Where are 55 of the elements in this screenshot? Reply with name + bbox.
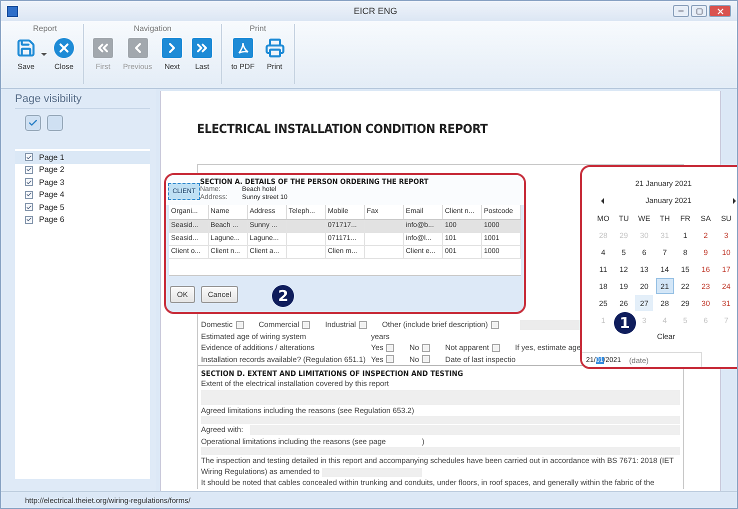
table-cell xyxy=(286,232,326,245)
previous-icon xyxy=(128,38,148,58)
checkbox[interactable] xyxy=(25,166,33,174)
page-item[interactable]: Page 1 xyxy=(39,152,64,162)
page-item[interactable]: Page 6 xyxy=(39,215,64,224)
checkbox[interactable] xyxy=(359,320,367,329)
caret-icon[interactable] xyxy=(41,53,47,56)
printer-icon xyxy=(264,38,285,58)
close-icon xyxy=(54,38,74,58)
number-badge: 1 xyxy=(614,312,636,334)
table-cell xyxy=(364,245,404,258)
page-item[interactable]: Page 4 xyxy=(39,190,64,200)
checkbox[interactable] xyxy=(386,344,394,352)
page-item[interactable]: Page 5 xyxy=(39,202,64,212)
checkbox[interactable] xyxy=(25,178,33,186)
maximize-icon xyxy=(696,8,702,14)
pdf-icon xyxy=(232,38,253,58)
checkbox[interactable] xyxy=(236,320,244,329)
skip-last-icon xyxy=(192,38,212,58)
previous-month-icon[interactable] xyxy=(601,198,604,204)
uncheck-all-button[interactable] xyxy=(47,115,63,131)
window-title: EICR ENG xyxy=(352,6,398,16)
close-button[interactable] xyxy=(709,5,731,17)
ribbon-group-label: Navigation xyxy=(134,24,172,33)
checkbox[interactable] xyxy=(25,153,33,162)
checkbox[interactable] xyxy=(422,344,430,352)
table-cell xyxy=(364,232,404,245)
check-icon xyxy=(28,118,38,128)
ribbon-group-label: Print xyxy=(250,24,266,33)
table-cell xyxy=(364,219,404,232)
ribbon-group-label: Report xyxy=(32,24,57,33)
next-icon xyxy=(162,38,182,58)
checkbox[interactable] xyxy=(25,216,33,224)
table-cell xyxy=(286,245,326,258)
checkbox[interactable] xyxy=(490,320,499,329)
save-icon xyxy=(16,38,36,58)
check-all-button[interactable] xyxy=(25,115,41,131)
minimize-button[interactable] xyxy=(673,5,689,17)
app-icon xyxy=(7,6,18,16)
table-cell xyxy=(286,219,326,232)
sidebar-title: Page visibility xyxy=(15,93,150,109)
page-item[interactable]: Page 2 xyxy=(39,165,64,174)
checkbox[interactable] xyxy=(492,344,500,352)
number-badge: 2 xyxy=(272,284,294,306)
checkbox[interactable] xyxy=(25,190,33,199)
checkbox[interactable] xyxy=(386,355,394,364)
checkbox[interactable] xyxy=(302,320,310,329)
checkbox[interactable] xyxy=(25,203,33,212)
next-month-icon[interactable] xyxy=(733,198,736,204)
close-icon xyxy=(716,6,724,16)
checkbox[interactable] xyxy=(422,355,430,364)
report-title: ELECTRICAL INSTALLATION CONDITION REPORT xyxy=(197,121,489,136)
skip-first-icon xyxy=(93,38,113,58)
page-item[interactable]: Page 3 xyxy=(39,178,64,187)
maximize-button[interactable] xyxy=(691,5,707,17)
